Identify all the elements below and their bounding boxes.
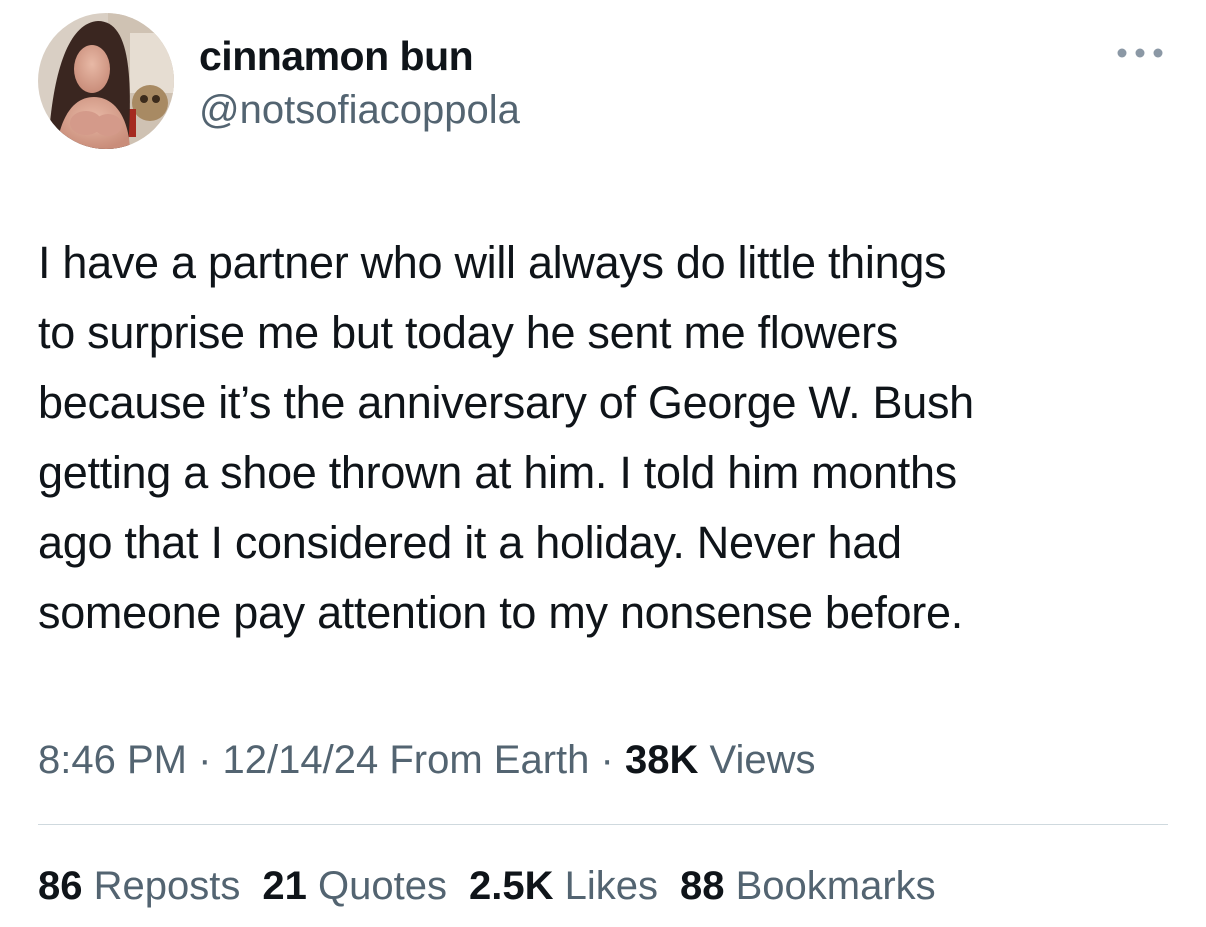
bookmarks-stat[interactable]: 88 Bookmarks bbox=[680, 864, 936, 908]
likes-stat[interactable]: 2.5K Likes bbox=[469, 864, 658, 908]
tweet-body-text: I have a partner who will always do litt… bbox=[38, 237, 974, 638]
quotes-count: 21 bbox=[262, 864, 307, 908]
bookmarks-label: Bookmarks bbox=[735, 864, 936, 908]
engagement-stats: 86 Reposts 21 Quotes 2.5K Likes 88 Bookmark… bbox=[38, 857, 936, 915]
likes-count: 2.5K bbox=[468, 864, 554, 908]
quotes-label: Quotes bbox=[318, 864, 447, 908]
reposts-label: Reposts bbox=[93, 864, 241, 908]
reposts-stat[interactable]: 86 Reposts bbox=[38, 864, 240, 908]
author-handle[interactable]: @notsofiacoppola bbox=[199, 84, 520, 136]
meta-separator: · bbox=[600, 738, 614, 782]
likes-label: Likes bbox=[564, 864, 658, 908]
divider bbox=[38, 824, 1168, 825]
views-count[interactable]: 38K bbox=[625, 738, 698, 782]
tweet-date[interactable]: 12/14/24 bbox=[223, 738, 379, 782]
views-label[interactable]: Views bbox=[710, 738, 816, 782]
author-display-name[interactable]: cinnamon bun bbox=[199, 30, 474, 82]
tweet-source: From Earth bbox=[389, 738, 590, 782]
meta-separator: · bbox=[198, 738, 212, 782]
avatar[interactable] bbox=[38, 13, 174, 149]
quotes-stat[interactable]: 21 Quotes bbox=[262, 864, 447, 908]
more-horizontal-icon bbox=[1117, 48, 1163, 58]
tweet-meta: 8:46 PM · 12/14/24 From Earth · 38K View… bbox=[38, 731, 816, 789]
tweet-card: cinnamon bun @notsofiacoppola I have a p… bbox=[0, 0, 1206, 927]
more-options-button[interactable] bbox=[1110, 38, 1170, 68]
reposts-count: 86 bbox=[38, 864, 83, 908]
bookmarks-count: 88 bbox=[679, 864, 725, 908]
tweet-time[interactable]: 8:46 PM bbox=[38, 738, 187, 782]
